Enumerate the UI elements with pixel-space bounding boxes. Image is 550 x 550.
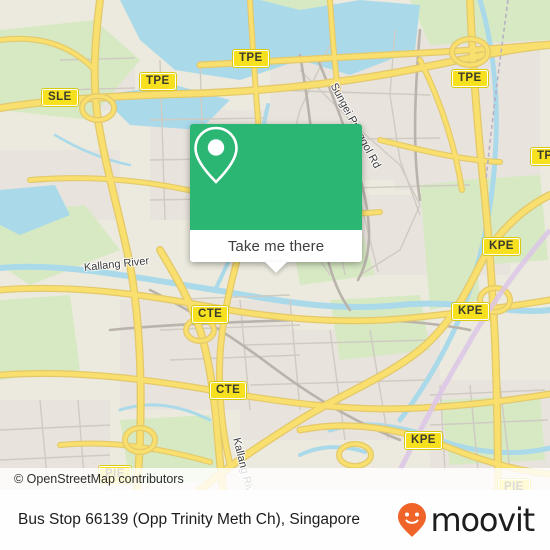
moovit-smiley-pin-icon <box>398 503 427 537</box>
take-me-there-label: Take me there <box>227 237 325 255</box>
moovit-wordmark: moovit <box>430 501 535 539</box>
highway-shield-cte-2: CTE <box>208 381 248 400</box>
highway-shield-sle: SLE <box>41 88 79 107</box>
highway-shield-cte-1: CTE <box>190 305 230 324</box>
map-canvas[interactable]: SLETPETPETPETPEKPEKPECTECTEKPEPIEPIE Kal… <box>0 0 550 490</box>
attribution-text: © OpenStreetMap contributors <box>14 472 184 486</box>
map-screenshot: SLETPETPETPETPEKPEKPECTECTEKPEPIEPIE Kal… <box>0 0 550 550</box>
highway-shield-tpe-3: TPE <box>451 69 489 88</box>
location-title: Bus Stop 66139 (Opp Trinity Meth Ch), Si… <box>18 511 361 528</box>
popup-action-area[interactable]: Take me there <box>190 230 362 273</box>
highway-shield-tpe-2: TPE <box>232 49 270 68</box>
location-popup-card[interactable]: Take me there <box>190 124 362 273</box>
moovit-logo[interactable]: moovit <box>397 501 535 539</box>
highway-shield-tpe-1: TPE <box>139 72 177 91</box>
highway-shield-tpe-4: TPE <box>530 147 550 166</box>
highway-shield-kpe-1: KPE <box>482 237 521 256</box>
highway-shield-kpe-2: KPE <box>451 302 490 321</box>
map-attribution: © OpenStreetMap contributors <box>0 468 550 490</box>
highway-shield-kpe-3: KPE <box>404 431 443 450</box>
popup-pointer-tail <box>265 262 287 273</box>
popup-image-area <box>190 124 362 230</box>
bottom-info-bar: Bus Stop 66139 (Opp Trinity Meth Ch), Si… <box>0 490 550 550</box>
location-pin-icon <box>194 126 238 184</box>
